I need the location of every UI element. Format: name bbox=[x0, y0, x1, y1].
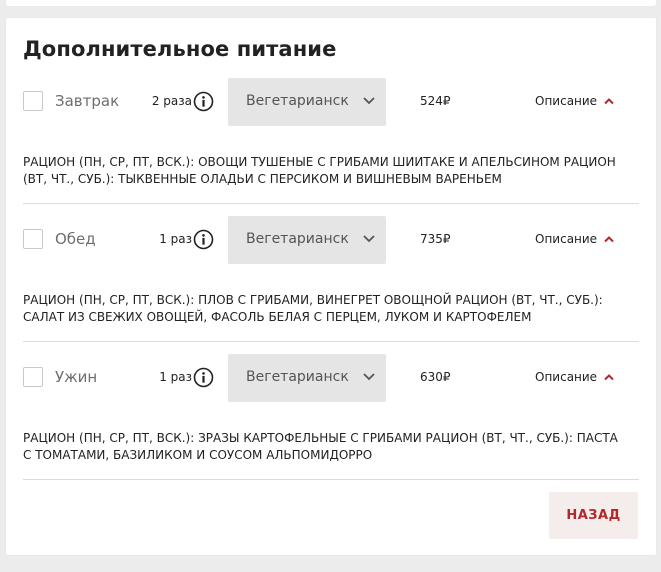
meal-price: 524₽ bbox=[420, 94, 451, 108]
chevron-up-icon bbox=[604, 236, 614, 243]
divider bbox=[23, 479, 639, 480]
meal-lunch: Обед 1 раз Вегетарианск 735₽ Описание РА… bbox=[6, 216, 656, 354]
chevron-down-icon bbox=[363, 373, 375, 381]
meal-name: Ужин bbox=[55, 368, 98, 386]
meal-name: Обед bbox=[55, 230, 96, 248]
diet-dropdown[interactable]: Вегетарианск bbox=[228, 78, 386, 126]
meal-description: РАЦИОН (ПН, СР, ПТ, ВСК.): ПЛОВ С ГРИБАМ… bbox=[23, 293, 603, 324]
meal-price: 630₽ bbox=[420, 370, 451, 384]
meal-times: 1 раз bbox=[159, 370, 192, 384]
chevron-down-icon bbox=[363, 97, 375, 105]
meal-row: Обед 1 раз Вегетарианск 735₽ Описание bbox=[6, 216, 656, 264]
meal-price: 735₽ bbox=[420, 232, 451, 246]
meal-description: РАЦИОН (ПН, СР, ПТ, ВСК.): ОВОЩИ ТУШЕНЫЕ… bbox=[23, 155, 616, 186]
diet-dropdown[interactable]: Вегетарианск bbox=[228, 216, 386, 264]
back-button[interactable]: НАЗАД bbox=[549, 492, 638, 539]
dinner-checkbox[interactable] bbox=[23, 367, 43, 387]
diet-dropdown[interactable]: Вегетарианск bbox=[228, 354, 386, 402]
info-icon[interactable] bbox=[193, 367, 214, 388]
chevron-up-icon bbox=[604, 98, 614, 105]
description-toggle[interactable]: Описание bbox=[535, 232, 617, 248]
previous-card-edge bbox=[6, 0, 656, 6]
description-toggle[interactable]: Описание bbox=[535, 370, 617, 386]
divider bbox=[23, 203, 639, 204]
meal-dinner: Ужин 1 раз Вегетарианск 630₽ Описание РА… bbox=[6, 354, 656, 492]
meal-times: 2 раза bbox=[151, 94, 192, 108]
meal-row: Ужин 1 раз Вегетарианск 630₽ Описание bbox=[6, 354, 656, 402]
info-icon[interactable] bbox=[193, 229, 214, 250]
meal-description: РАЦИОН (ПН, СР, ПТ, ВСК.): ЗРАЗЫ КАРТОФЕ… bbox=[23, 431, 618, 462]
diet-value: Вегетарианск bbox=[246, 369, 349, 385]
meal-breakfast: Завтрак 2 раза Вегетарианск 524₽ Описани… bbox=[6, 78, 656, 216]
description-toggle[interactable]: Описание bbox=[535, 94, 617, 110]
breakfast-checkbox[interactable] bbox=[23, 91, 43, 111]
info-icon[interactable] bbox=[193, 91, 214, 112]
description-label: Описание bbox=[535, 94, 598, 108]
diet-value: Вегетарианск bbox=[246, 231, 349, 247]
lunch-checkbox[interactable] bbox=[23, 229, 43, 249]
diet-value: Вегетарианск bbox=[246, 93, 349, 109]
chevron-down-icon bbox=[363, 235, 375, 243]
divider bbox=[23, 341, 639, 342]
description-label: Описание bbox=[535, 370, 598, 384]
meal-name: Завтрак bbox=[55, 92, 120, 110]
meal-times: 1 раз bbox=[159, 232, 192, 246]
description-label: Описание bbox=[535, 232, 598, 246]
meal-row: Завтрак 2 раза Вегетарианск 524₽ Описани… bbox=[6, 78, 656, 126]
section-title: Дополнительное питание bbox=[23, 37, 337, 61]
chevron-up-icon bbox=[604, 374, 614, 381]
extra-meals-card: Дополнительное питание Завтрак 2 раза Ве… bbox=[6, 18, 656, 555]
